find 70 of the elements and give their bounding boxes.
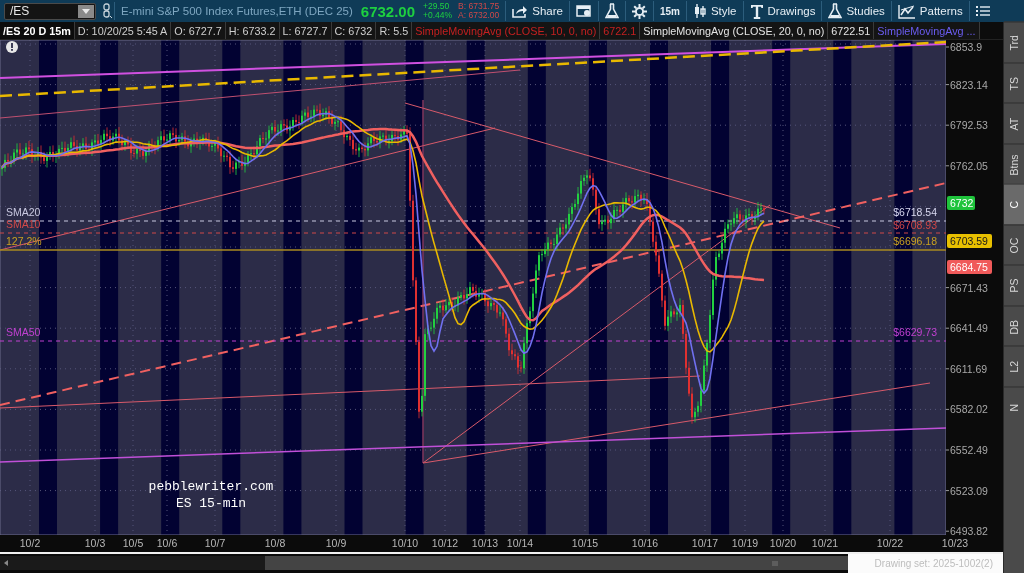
price-axis-label: 6552.49 [950,444,988,456]
price-badge: 6684.75 [947,260,992,274]
style-button[interactable]: Style [685,1,743,21]
drawing-set-label: Drawing set: 2025-1002(2) [848,554,1003,573]
level-label: SMA20 [6,206,41,218]
ask-price: A: 6732.00 [458,11,500,20]
price-axis-label: 6792.53 [950,119,988,132]
share-button[interactable]: Share [505,1,569,21]
symbol-field[interactable]: /ES [4,2,96,20]
study-value: 6722.51 [828,22,875,39]
date-axis-label: 10/21 [811,537,839,549]
net-change: +29.50 [423,2,451,11]
drawings-button[interactable]: Drawings [742,1,822,21]
date-axis-label: 10/8 [264,537,286,549]
quote-value: O: 6727.7 [171,22,226,39]
date-axis-label: 10/5 [122,537,144,549]
price-level-label: $6708.93 [893,219,937,231]
study-value: SimpleMovingAvg (CLOSE, 10, 0, no) [412,22,601,39]
price-axis-label: 6671.43 [950,281,988,294]
price-axis-label: 6762.05 [950,159,988,172]
interval-button[interactable]: 15m [652,1,686,21]
date-axis-label: 10/20 [769,537,797,549]
date-axis-label: 10/13 [471,537,499,549]
chart-note: pebblewriter.com [148,479,274,494]
date-axis-label: 10/16 [631,537,659,549]
date-axis-label: 10/7 [204,537,226,549]
side-tab[interactable]: C [1004,184,1024,225]
date-axis-label: 10/14 [506,537,534,549]
studies-button[interactable]: Studies [821,1,891,21]
price-badge: 6703.59 [947,234,992,248]
price-axis-label: 6641.49 [950,322,988,335]
chart-title: /ES 20 D 15m [0,22,75,39]
price-level-label: $6629.73 [893,326,937,338]
price-axis-label: 6582.02 [950,403,988,416]
date-axis-label: 10/12 [431,537,459,549]
price-level-label: $6696.18 [893,235,937,247]
date-axis-label: 10/9 [325,537,347,549]
date-axis-label: 10/23 [941,537,969,549]
chart-note: ES 15-min [175,496,247,511]
date-axis-label: 10/10 [391,537,419,549]
quote-value: C: 6732 [331,22,377,39]
study-value: 6722.1 [600,22,641,39]
date-axis-label: 10/6 [156,537,178,549]
quote-value: R: 5.5 [376,22,413,39]
price-axis-label: 6823.14 [950,78,988,91]
date-axis-label: 10/22 [876,537,904,549]
price-axis-label: 6853.9 [950,41,983,53]
price-axis-label: 6523.09 [950,484,988,497]
bid-price: B: 6731.75 [458,2,500,11]
study-value: SimpleMovingAvg ... [874,22,980,39]
patterns-button[interactable]: Patterns [890,1,969,21]
date-axis-label: 10/3 [84,537,106,549]
date-axis-label: 10/19 [731,537,759,549]
price-level-label: $6718.54 [893,206,937,218]
price-axis-label: 6493.82 [950,525,988,535]
percent-change: +0.44% [423,11,453,20]
instrument-description: E-mini S&P 500 Index Futures,ETH (DEC 25) [121,5,353,17]
level-label: 127.2% [6,235,42,247]
price-badge: 6732 [947,196,975,210]
date-axis-label: 10/15 [571,537,599,549]
quote-value: D: 10/20/25 5:45 A [74,22,172,39]
quote-value: L: 6727.7 [279,22,332,39]
level-label: SMA10 [6,218,41,230]
date-axis-label: 10/17 [691,537,719,549]
date-axis-label: 10/2 [19,537,41,549]
level-label: SMA50 [6,326,41,338]
quote-value: H: 6733.2 [225,22,280,39]
study-value: SimpleMovingAvg (CLOSE, 20, 0, no) [640,22,829,39]
last-price: 6732.00 [360,2,416,20]
price-axis-label: 6611.69 [950,362,988,375]
